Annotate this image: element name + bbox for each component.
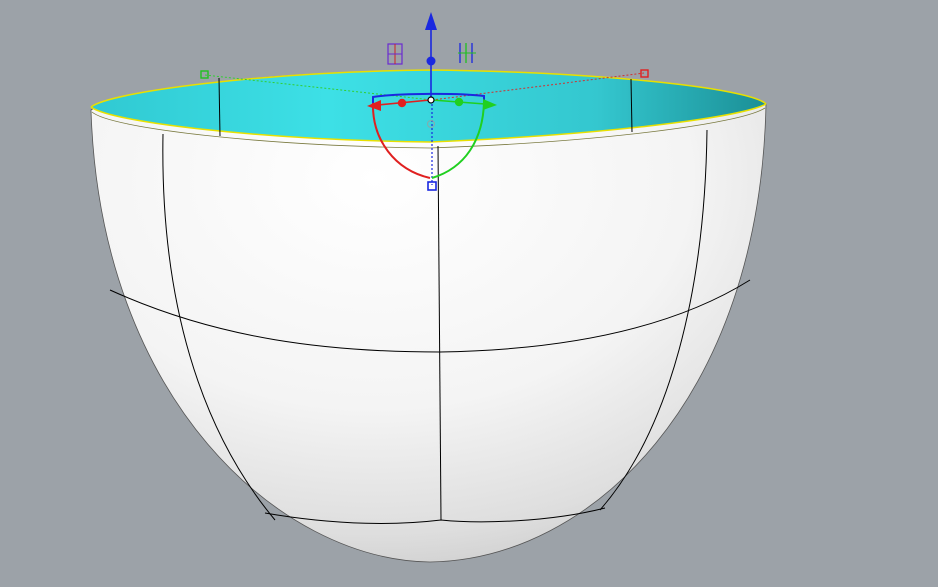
gizmo-handle-green[interactable] (200, 70, 209, 79)
plane-yz-icon[interactable] (458, 43, 476, 63)
gizmo-handle-red[interactable] (640, 69, 649, 78)
3d-viewport[interactable] (0, 0, 938, 587)
gizmo-center[interactable] (427, 96, 435, 104)
bowl-outer-surface[interactable] (90, 69, 767, 563)
plane-xz-icon[interactable] (387, 43, 403, 65)
bowl-scene[interactable] (0, 0, 938, 587)
